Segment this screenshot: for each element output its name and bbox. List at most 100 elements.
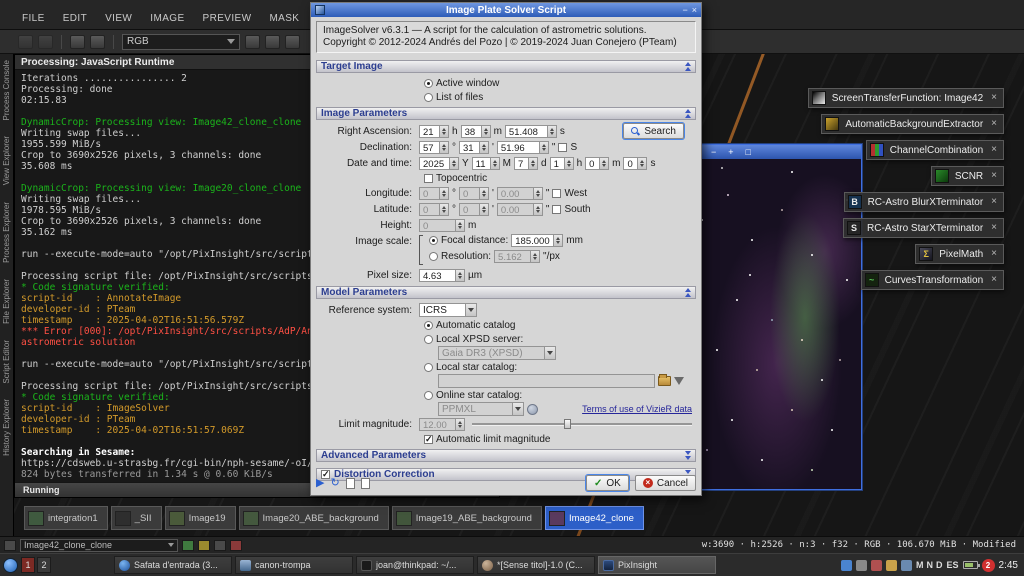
taskbar-window-button[interactable]: canon-trompa	[235, 556, 353, 574]
spinner-arrows[interactable]	[455, 270, 464, 281]
copy-icon[interactable]	[70, 35, 85, 49]
spinner-arrows[interactable]	[490, 158, 499, 169]
paste-icon[interactable]	[90, 35, 105, 49]
vizier-terms-link[interactable]: Terms of use of VizieR data	[582, 404, 692, 414]
view-tab[interactable]: Image42_clone	[545, 506, 644, 530]
spinner-arrows[interactable]	[481, 126, 490, 137]
dialog-titlebar[interactable]: Image Plate Solver Script − ×	[311, 3, 701, 17]
close-icon[interactable]: ×	[991, 223, 997, 233]
view-tab[interactable]: integration1	[24, 506, 108, 530]
tray-icon[interactable]	[841, 560, 852, 571]
close-icon[interactable]: ×	[692, 6, 697, 15]
automatic-catalog-radio[interactable]	[424, 321, 433, 330]
close-icon[interactable]: ×	[991, 93, 997, 103]
tray-icon[interactable]	[886, 560, 897, 571]
view-tab[interactable]: Image19	[165, 506, 236, 530]
close-icon[interactable]: ×	[991, 249, 997, 259]
ra-hours-spinbox[interactable]: 21	[419, 125, 449, 138]
spinner-arrows[interactable]	[528, 158, 537, 169]
section-target-image[interactable]: Target Image	[316, 60, 696, 73]
tray-icon[interactable]	[871, 560, 882, 571]
restore-icon[interactable]: □	[746, 148, 751, 157]
spinner-arrows[interactable]	[539, 142, 548, 153]
year-spinbox[interactable]: 2025	[419, 157, 459, 170]
undo-icon[interactable]	[18, 35, 33, 49]
spinner-arrows[interactable]	[547, 126, 556, 137]
collapse-icon[interactable]	[685, 62, 691, 71]
process-instance-bar[interactable]: S RC-Astro StarXTerminator ×	[843, 218, 1004, 238]
dec-degrees-spinbox[interactable]: 57	[419, 141, 449, 154]
hour-spinbox[interactable]: 1	[550, 157, 574, 170]
iconize-icon[interactable]: −	[711, 148, 716, 157]
process-instance-bar[interactable]: ~ CurvesTransformation ×	[861, 270, 1004, 290]
menu-item[interactable]: MASK	[269, 13, 299, 24]
taskbar-window-button[interactable]: *[Sense titol]-1.0 (C...	[477, 556, 595, 574]
focal-distance-spinbox[interactable]: 185.000	[511, 234, 563, 247]
dock-tab[interactable]: Script Editor	[2, 340, 11, 384]
browse-documentation-icon[interactable]	[346, 478, 355, 489]
zoom-in-icon[interactable]	[245, 35, 260, 49]
zoom-out-icon[interactable]	[265, 35, 280, 49]
process-instance-bar[interactable]: ScreenTransferFunction: Image42 ×	[808, 88, 1004, 108]
fit-view-icon[interactable]	[285, 35, 300, 49]
spinner-arrows[interactable]	[439, 142, 448, 153]
download-catalog-icon[interactable]	[674, 377, 684, 385]
menu-item[interactable]: EDIT	[63, 13, 87, 24]
menu-item[interactable]: PREVIEW	[203, 13, 252, 24]
close-icon[interactable]: ×	[991, 145, 997, 155]
south-hemisphere-checkbox[interactable]	[552, 205, 561, 214]
readout-icon[interactable]	[198, 540, 210, 551]
second-spinbox[interactable]: 0	[623, 157, 647, 170]
shade-icon[interactable]: −	[682, 6, 687, 15]
close-icon[interactable]: ×	[991, 171, 997, 181]
tray-indicator-letter[interactable]: D	[936, 560, 943, 570]
online-star-catalog-radio[interactable]	[424, 391, 433, 400]
readout-icon[interactable]	[182, 540, 194, 551]
west-checkbox[interactable]	[552, 189, 561, 198]
menu-item[interactable]: IMAGE	[150, 13, 184, 24]
keyboard-layout-indicator[interactable]: ES	[947, 560, 959, 570]
process-instance-bar[interactable]: ChannelCombination ×	[866, 140, 1004, 160]
limit-magnitude-slider[interactable]	[472, 418, 692, 430]
local-xpsd-radio[interactable]	[424, 335, 433, 344]
close-icon[interactable]: ×	[991, 275, 997, 285]
readout-icon[interactable]	[214, 540, 226, 551]
auto-limit-magnitude-checkbox[interactable]	[424, 435, 433, 444]
taskbar-window-button[interactable]: Safata d'entrada (3...	[114, 556, 232, 574]
clock[interactable]: 2:45	[999, 560, 1018, 571]
new-instance-icon[interactable]: ▶	[316, 478, 324, 489]
zoom-icon[interactable]: +	[728, 148, 733, 157]
menu-item[interactable]: VIEW	[105, 13, 132, 24]
redo-icon[interactable]	[38, 35, 53, 49]
workspace-button[interactable]: 2	[37, 557, 51, 573]
spinner-arrows[interactable]	[439, 126, 448, 137]
close-icon[interactable]: ×	[991, 197, 997, 207]
readout-icon[interactable]	[230, 540, 242, 551]
ok-button[interactable]: ✓ OK	[586, 475, 629, 491]
section-advanced-parameters[interactable]: Advanced Parameters	[316, 449, 696, 462]
dock-tab[interactable]: Process Console	[2, 60, 11, 120]
process-instance-bar[interactable]: Σ PixelMath ×	[915, 244, 1004, 264]
vizier-server-icon[interactable]	[527, 404, 538, 415]
display-channel-select[interactable]: RGB	[122, 34, 240, 50]
browse-folder-icon[interactable]	[658, 376, 671, 386]
battery-icon[interactable]	[963, 561, 978, 569]
workspace-button[interactable]: 1	[21, 557, 35, 573]
dock-tab[interactable]: File Explorer	[2, 279, 11, 324]
spinner-arrows[interactable]	[449, 158, 458, 169]
topocentric-checkbox[interactable]	[424, 174, 433, 183]
day-spinbox[interactable]: 7	[514, 157, 538, 170]
spinner-arrows[interactable]	[599, 158, 608, 169]
notification-badge[interactable]: 2	[982, 559, 995, 572]
process-instance-bar[interactable]: B RC-Astro BlurXTerminator ×	[844, 192, 1004, 212]
dec-seconds-spinbox[interactable]: 51.96	[497, 141, 549, 154]
menu-item[interactable]: FILE	[22, 13, 45, 24]
view-mode-icon[interactable]	[4, 540, 16, 551]
spinner-arrows[interactable]	[553, 235, 562, 246]
local-star-catalog-radio[interactable]	[424, 363, 433, 372]
month-spinbox[interactable]: 11	[472, 157, 500, 170]
dock-tab[interactable]: History Explorer	[2, 399, 11, 456]
taskbar-window-button[interactable]: PixInsight	[598, 556, 716, 574]
view-tab[interactable]: Image20_ABE_background	[239, 506, 389, 530]
minute-spinbox[interactable]: 0	[585, 157, 609, 170]
